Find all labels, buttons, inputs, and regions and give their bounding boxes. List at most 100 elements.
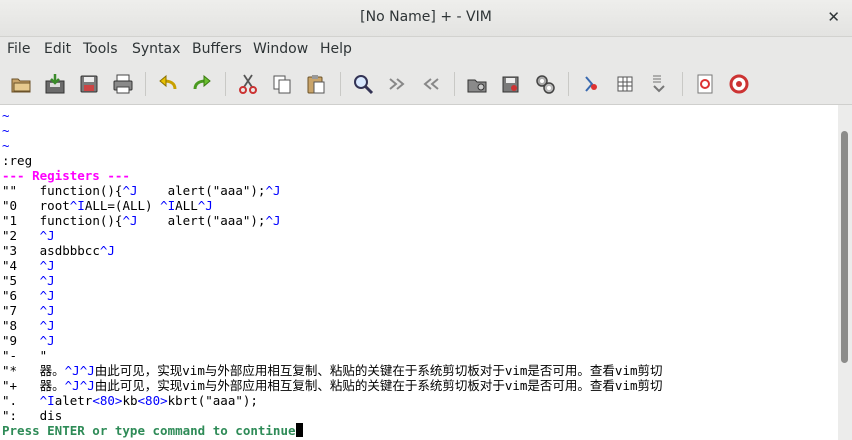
register-row: ": dis bbox=[2, 408, 62, 423]
menu-bar: File Edit Tools Syntax Buffers Window He… bbox=[0, 37, 852, 63]
register-name: "+ bbox=[2, 378, 40, 393]
menu-syntax[interactable]: Syntax bbox=[132, 41, 180, 57]
register-name: "3 bbox=[2, 243, 40, 258]
register-content: dis bbox=[39, 408, 63, 423]
toolbar-separator bbox=[340, 72, 341, 96]
register-name: "9 bbox=[2, 333, 40, 348]
jump-tag-icon[interactable] bbox=[648, 73, 670, 95]
register-content: kbrt("aaa"); bbox=[167, 393, 258, 408]
register-row: "- " bbox=[2, 348, 47, 363]
copy-icon[interactable] bbox=[271, 73, 293, 95]
register-row: "3 asdbbbcc^J bbox=[2, 243, 115, 258]
register-row: "2 ^J bbox=[2, 228, 55, 243]
register-row: "4 ^J bbox=[2, 258, 55, 273]
control-char: ^J bbox=[39, 333, 55, 348]
ctags-icon[interactable] bbox=[614, 73, 636, 95]
scrollbar-thumb[interactable] bbox=[841, 131, 848, 363]
register-name: "* bbox=[2, 363, 40, 378]
find-next-icon[interactable] bbox=[386, 73, 408, 95]
empty-line-tilde: ~ bbox=[2, 138, 10, 153]
control-char: ^J bbox=[39, 273, 55, 288]
print-icon[interactable] bbox=[112, 73, 134, 95]
register-name: "6 bbox=[2, 288, 40, 303]
title-bar: [No Name] + - VIM ✕ bbox=[0, 0, 852, 37]
find-prev-icon[interactable] bbox=[420, 73, 442, 95]
vim-editor[interactable]: ~ ~ ~:reg --- Registers --- "" function(){^J… bbox=[0, 105, 838, 440]
register-row: "1 function(){^J alert("aaa");^J bbox=[2, 213, 281, 228]
register-content: alert("aaa"); bbox=[137, 183, 266, 198]
menu-help[interactable]: Help bbox=[320, 41, 352, 57]
control-char: <80> bbox=[92, 393, 123, 408]
register-row: "0 root^IALL=(ALL) ^IALL^J bbox=[2, 198, 213, 213]
register-name: ". bbox=[2, 393, 40, 408]
menu-window[interactable]: Window bbox=[253, 41, 308, 57]
make-icon[interactable] bbox=[580, 73, 602, 95]
undo-icon[interactable] bbox=[157, 73, 179, 95]
control-char: ^J bbox=[39, 318, 55, 333]
register-content: function(){ bbox=[39, 183, 123, 198]
control-char: ^I bbox=[160, 198, 176, 213]
tilde-marker: ~ bbox=[2, 138, 10, 153]
control-char: ^J bbox=[39, 288, 55, 303]
find-replace-icon[interactable] bbox=[352, 73, 374, 95]
tilde-marker: ~ bbox=[2, 123, 10, 138]
control-char: ^J bbox=[265, 213, 281, 228]
redo-icon[interactable] bbox=[191, 73, 213, 95]
menu-tools[interactable]: Tools bbox=[83, 41, 118, 57]
register-name: "" bbox=[2, 183, 40, 198]
cut-icon[interactable] bbox=[237, 73, 259, 95]
menu-file[interactable]: File bbox=[7, 41, 30, 57]
register-row: "" function(){^J alert("aaa");^J bbox=[2, 183, 281, 198]
find-help-icon[interactable] bbox=[728, 73, 750, 95]
register-name: "8 bbox=[2, 318, 40, 333]
register-content: 由此可见，实现vim与外部应用相互复制、粘贴的关键在于系统剪切板对于vim是否可… bbox=[94, 378, 663, 393]
toolbar-separator bbox=[225, 72, 226, 96]
register-row: "5 ^J bbox=[2, 273, 55, 288]
register-row: "9 ^J bbox=[2, 333, 55, 348]
register-row: "* 器。^J^J由此可见，实现vim与外部应用相互复制、粘贴的关键在于系统剪切… bbox=[2, 363, 663, 378]
register-row: "+ 器。^J^J由此可见，实现vim与外部应用相互复制、粘贴的关键在于系统剪切… bbox=[2, 378, 663, 393]
vertical-scrollbar[interactable] bbox=[838, 105, 852, 440]
register-row: "8 ^J bbox=[2, 318, 55, 333]
toolbar bbox=[0, 63, 852, 105]
toolbar-separator bbox=[145, 72, 146, 96]
register-name: "2 bbox=[2, 228, 40, 243]
register-content: 器。 bbox=[39, 378, 65, 393]
tilde-marker: ~ bbox=[2, 108, 10, 123]
control-char: ^J^J bbox=[64, 378, 95, 393]
register-content: aletr bbox=[54, 393, 93, 408]
load-session-icon[interactable] bbox=[466, 73, 488, 95]
register-content: root bbox=[39, 198, 70, 213]
empty-line-tilde: ~ bbox=[2, 123, 10, 138]
register-content: ALL bbox=[175, 198, 198, 213]
register-content: 器。 bbox=[39, 363, 65, 378]
control-char: ^J bbox=[39, 228, 55, 243]
menu-edit[interactable]: Edit bbox=[44, 41, 71, 57]
run-script-icon[interactable] bbox=[534, 73, 556, 95]
control-char: ^I bbox=[69, 198, 85, 213]
save-icon[interactable] bbox=[44, 73, 66, 95]
register-content: function(){ bbox=[39, 213, 123, 228]
help-icon[interactable] bbox=[694, 73, 716, 95]
command-text: :reg bbox=[2, 153, 33, 168]
control-char: ^J bbox=[197, 198, 213, 213]
save-session-icon[interactable] bbox=[500, 73, 522, 95]
register-name: "4 bbox=[2, 258, 40, 273]
save-all-icon[interactable] bbox=[78, 73, 100, 95]
close-icon[interactable]: ✕ bbox=[827, 8, 840, 26]
register-content: 由此可见，实现vim与外部应用相互复制、粘贴的关键在于系统剪切板对于vim是否可… bbox=[94, 363, 663, 378]
prompt-text: Press ENTER or type command to continue bbox=[2, 423, 296, 438]
toolbar-separator bbox=[454, 72, 455, 96]
control-char: <80> bbox=[137, 393, 168, 408]
control-char: ^J bbox=[39, 258, 55, 273]
control-char: ^J^J bbox=[64, 363, 95, 378]
registers-header: --- Registers --- bbox=[2, 168, 130, 183]
open-file-icon[interactable] bbox=[10, 73, 32, 95]
empty-line-tilde: ~ bbox=[2, 108, 10, 123]
register-name: "0 bbox=[2, 198, 40, 213]
toolbar-separator bbox=[682, 72, 683, 96]
register-name: ": bbox=[2, 408, 40, 423]
register-content: asdbbbcc bbox=[39, 243, 100, 258]
paste-icon[interactable] bbox=[305, 73, 327, 95]
menu-buffers[interactable]: Buffers bbox=[192, 41, 242, 57]
